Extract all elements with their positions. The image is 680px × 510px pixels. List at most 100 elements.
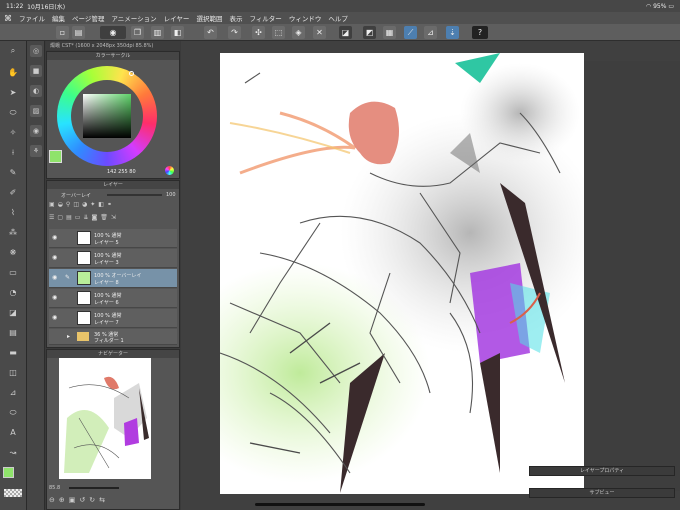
nav-zoom-value[interactable]: 85.8 — [49, 485, 60, 491]
balloon-tool-icon[interactable]: ⬭ — [6, 407, 20, 419]
sub-tool-4-icon[interactable]: ◉ — [30, 125, 42, 137]
eye-toggle-button[interactable]: ◉ — [100, 26, 126, 39]
layer-mask-add-icon[interactable]: ◙ — [91, 214, 100, 221]
redo-icon[interactable]: ↷ — [228, 26, 241, 39]
undo-icon[interactable]: ↶ — [204, 26, 217, 39]
blend-tool-icon[interactable]: ◔ — [6, 287, 20, 299]
frame-tool-icon[interactable]: ◫ — [6, 367, 20, 379]
text-tool-icon[interactable]: A — [6, 427, 20, 439]
layer-folder-row[interactable]: ▸ 36 % 通常 フィルダー 1 — [49, 329, 177, 345]
menu-window[interactable]: ウィンドウ — [289, 13, 322, 23]
decoration-tool-icon[interactable]: ❋ — [6, 247, 20, 259]
ruler-snap-icon[interactable]: ⟋ — [404, 26, 417, 39]
pen-tool-icon[interactable]: ✎ — [6, 167, 20, 179]
layer-row-selected[interactable]: ◉ ✎ 100 % オーバーレイ レイヤー 8 — [49, 269, 177, 288]
disabled-tool-2-icon[interactable]: ◩ — [363, 26, 376, 39]
copy-icon[interactable]: ❐ — [131, 26, 144, 39]
new-raster-layer-icon[interactable]: ▢ — [57, 214, 66, 221]
visibility-eye-icon[interactable]: ◉ — [52, 254, 59, 261]
layer-color-icon[interactable]: ◕ — [82, 201, 90, 208]
visibility-eye-icon[interactable]: ◉ — [52, 234, 59, 241]
pencil-tool-icon[interactable]: ✐ — [6, 187, 20, 199]
eraser-tool-icon[interactable]: ▭ — [6, 267, 20, 279]
folder-expand-icon[interactable]: ▸ — [67, 333, 70, 340]
gradient-tool-icon[interactable]: ▤ — [6, 327, 20, 339]
crop-icon[interactable]: ✕ — [313, 26, 326, 39]
deselect-icon[interactable]: ⬚ — [272, 26, 285, 39]
layer-row[interactable]: ◉ 100 % 通常 レイヤー 5 — [49, 229, 177, 248]
current-color-swatch[interactable] — [49, 150, 62, 163]
move-tool-icon[interactable]: ✋ — [6, 67, 20, 79]
layer-mask-icon[interactable]: ◫ — [73, 201, 82, 208]
paste-icon[interactable]: ▥ — [151, 26, 164, 39]
figure-tool-icon[interactable]: ▬ — [6, 347, 20, 359]
fill-icon[interactable]: ◧ — [171, 26, 184, 39]
sub-tool-5-icon[interactable]: ⚘ — [30, 145, 42, 157]
home-indicator[interactable] — [255, 503, 425, 506]
layer-draft-icon[interactable]: ◧ — [98, 201, 107, 208]
menu-file[interactable]: ファイル — [19, 13, 45, 23]
menu-help[interactable]: ヘルプ — [328, 13, 348, 23]
sub-tool-3-icon[interactable]: ▨ — [30, 105, 42, 117]
new-vector-layer-icon[interactable]: ▤ — [66, 214, 75, 221]
layer-row[interactable]: ◉ 100 % 通常 レイヤー 3 — [49, 249, 177, 268]
nav-zoom-slider[interactable] — [69, 487, 119, 489]
airbrush-tool-icon[interactable]: ⁂ — [6, 227, 20, 239]
navigator-preview[interactable] — [59, 358, 151, 479]
sub-tool-2-icon[interactable]: ◐ — [30, 85, 42, 97]
zoom-in-icon[interactable]: ⊕ — [59, 496, 69, 504]
snap-guide-icon[interactable]: ⇣ — [446, 26, 459, 39]
canvas-area[interactable] — [181, 41, 680, 510]
visibility-eye-icon[interactable]: ◉ — [52, 294, 59, 301]
layer-property-panel-collapsed[interactable]: レイヤープロパティ — [529, 466, 675, 476]
color-mode-icon[interactable] — [165, 166, 174, 175]
ruler-tool-icon[interactable]: ⊿ — [6, 387, 20, 399]
opacity-value[interactable]: 100 — [166, 192, 176, 198]
auto-select-tool-icon[interactable]: ✧ — [6, 127, 20, 139]
transparent-color-swatch[interactable] — [4, 489, 22, 497]
visibility-eye-icon[interactable]: ◉ — [52, 314, 59, 321]
drawing-canvas[interactable] — [220, 53, 584, 494]
help-icon[interactable]: ? — [472, 26, 488, 39]
new-file-icon[interactable]: ▫ — [56, 26, 69, 39]
menu-page[interactable]: ページ管理 — [72, 13, 104, 23]
operation-tool-icon[interactable]: ➤ — [6, 87, 20, 99]
fit-icon[interactable]: ▣ — [69, 496, 80, 504]
sub-tool-zoom-icon[interactable]: ◎ — [30, 45, 42, 57]
menu-layer[interactable]: レイヤー — [164, 13, 190, 23]
hue-handle[interactable] — [129, 71, 134, 76]
transfer-layer-icon[interactable]: ⇲ — [111, 214, 119, 221]
layer-clip-icon[interactable]: ◒ — [58, 201, 66, 208]
hue-ring[interactable] — [57, 66, 157, 166]
rotate-left-icon[interactable]: ↺ — [79, 496, 89, 504]
layer-row[interactable]: ◉ 100 % 通常 レイヤー 6 — [49, 289, 177, 308]
delete-layer-icon[interactable]: 🗑 — [100, 214, 111, 221]
opacity-slider[interactable] — [107, 194, 162, 196]
menu-view[interactable]: 表示 — [229, 13, 242, 23]
grid-icon[interactable]: ▦ — [383, 26, 396, 39]
layer-link-icon[interactable]: ⚭ — [107, 201, 115, 208]
menu-filter[interactable]: フィルター — [249, 13, 281, 23]
document-tab[interactable]: 燭蛾 CST* (1600 x 2048px 350dpi 85.8%) — [46, 41, 180, 50]
sub-tool-1-icon[interactable]: ■ — [30, 65, 42, 77]
transform-icon[interactable]: ✣ — [252, 26, 265, 39]
brush-tool-icon[interactable]: ⌇ — [6, 207, 20, 219]
blend-mode-select[interactable]: オーバーレイ — [61, 192, 91, 199]
select-fill-icon[interactable]: ◈ — [292, 26, 305, 39]
menu-selection[interactable]: 選択範囲 — [196, 13, 222, 23]
visibility-eye-icon[interactable]: ◉ — [52, 274, 59, 281]
disabled-tool-icon[interactable]: ◪ — [339, 26, 352, 39]
layer-lock-icon[interactable]: ▣ — [49, 201, 58, 208]
saturation-value-square[interactable] — [83, 94, 131, 138]
zoom-out-icon[interactable]: ⊖ — [49, 496, 59, 504]
sub-view-panel-collapsed[interactable]: サブビュー — [529, 488, 675, 498]
eyedropper-tool-icon[interactable]: ⟊ — [6, 147, 20, 159]
menu-edit[interactable]: 編集 — [52, 13, 65, 23]
flip-icon[interactable]: ⇆ — [99, 496, 109, 504]
snap-special-icon[interactable]: ⊿ — [424, 26, 437, 39]
layer-row[interactable]: ◉ 100 % 通常 レイヤー 7 — [49, 309, 177, 328]
main-color-swatch[interactable] — [3, 467, 14, 478]
correction-tool-icon[interactable]: ↝ — [6, 447, 20, 459]
zoom-tool-icon[interactable]: ⌕ — [6, 45, 20, 57]
app-logo-icon[interactable]: ⌘ — [4, 14, 12, 23]
